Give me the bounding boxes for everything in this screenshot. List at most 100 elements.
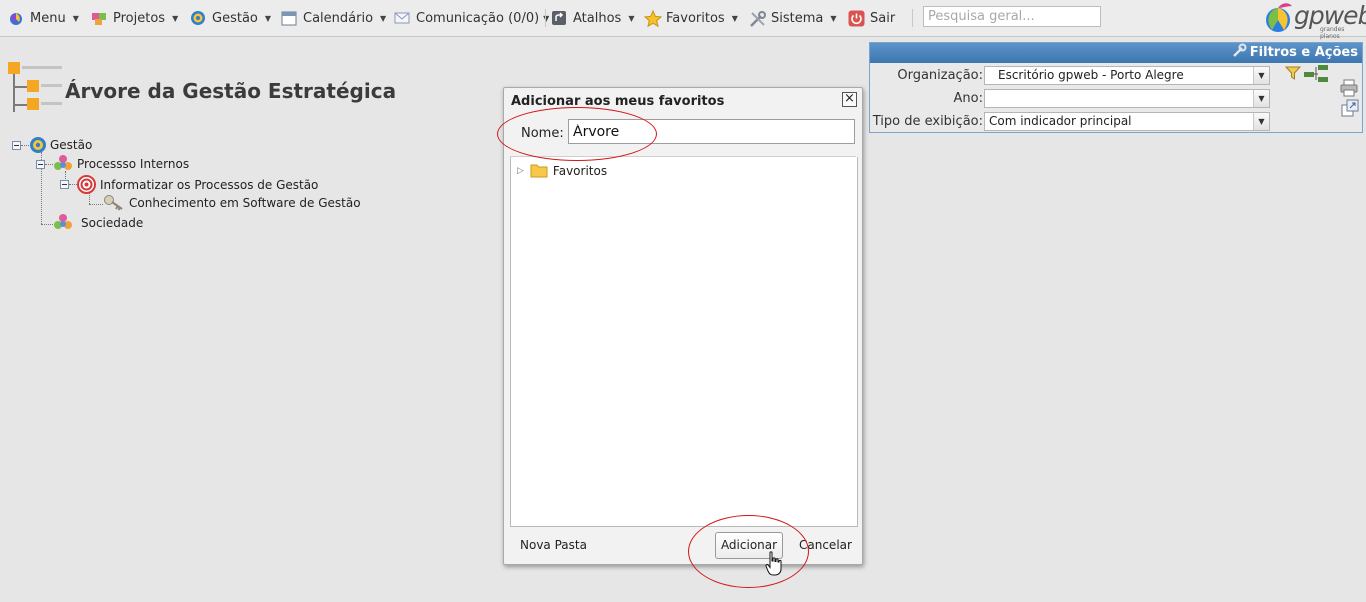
logo-subtext: grandes planos: [1320, 26, 1345, 40]
folder-label: Favoritos: [552, 163, 608, 178]
add-button-label: Adicionar: [720, 538, 778, 552]
shortcut-icon: [551, 10, 567, 26]
chevron-down-icon: ▼: [731, 13, 738, 23]
add-favorite-dialog: Adicionar aos meus favoritos × Nome: ▷ F…: [503, 87, 863, 565]
filter-row-tipo-exibicao: Tipo de exibição: Com indicador principa…: [870, 112, 1270, 131]
close-icon: ×: [844, 91, 855, 106]
filters-panel: Filtros e Ações Organização: Escritório …: [869, 42, 1363, 133]
tree-connector: [45, 163, 53, 165]
favorites-folder-tree: ▷ Favoritos: [510, 157, 858, 527]
gestao-icon: [29, 136, 47, 154]
search-input[interactable]: [923, 6, 1101, 27]
key-icon: [103, 194, 125, 212]
ano-select[interactable]: ▼: [984, 89, 1270, 108]
filter-label: Ano:: [953, 91, 983, 106]
menu-separator: [545, 9, 546, 27]
logo-mark-icon: [1266, 3, 1292, 32]
org-chart-icon[interactable]: [1302, 64, 1330, 84]
name-input[interactable]: [568, 119, 855, 144]
menu-comunicacao[interactable]: Comunicação (0/0) ▼: [394, 8, 549, 28]
collapse-toggle-icon[interactable]: [12, 140, 21, 150]
tree-structure-icon: [6, 60, 66, 118]
filter-label: Organização:: [897, 68, 983, 83]
menu-separator: [912, 9, 913, 27]
organizacao-value: Escritório gpweb - Porto Alegre: [998, 68, 1184, 82]
filter-label: Tipo de exibição:: [872, 114, 983, 129]
collapse-toggle-icon[interactable]: [36, 159, 45, 169]
menu-projetos[interactable]: Projetos ▼: [91, 8, 178, 28]
tree-node-gestao[interactable]: Gestão: [12, 136, 92, 154]
menu-main[interactable]: Menu ▼: [8, 8, 79, 28]
chevron-down-icon: ▼: [380, 13, 387, 23]
calendar-icon: [281, 10, 297, 26]
close-button[interactable]: ×: [842, 92, 857, 107]
chevron-down-icon: ▼: [1253, 113, 1269, 130]
wrench-icon: [1231, 43, 1247, 59]
chevron-down-icon: ▼: [628, 13, 635, 23]
tree-node-processos-internos[interactable]: Processso Internos: [36, 155, 189, 173]
chevron-down-icon: ▼: [1253, 90, 1269, 107]
tree-node-sociedade[interactable]: Sociedade: [53, 214, 143, 232]
envelope-icon: [394, 10, 410, 26]
menu-sair[interactable]: Sair: [848, 8, 895, 28]
dialog-footer: Nova Pasta Adicionar Cancelar: [504, 528, 862, 564]
name-label: Nome:: [521, 126, 564, 141]
print-icon[interactable]: [1340, 79, 1358, 97]
top-menu-bar: Menu ▼ Projetos ▼ Gestão ▼ Calendário ▼ …: [0, 0, 1366, 40]
organizacao-select[interactable]: Escritório gpweb - Porto Alegre ▼: [984, 66, 1270, 85]
dialog-title: Adicionar aos meus favoritos: [511, 94, 725, 109]
puzzle-icon: [91, 10, 107, 26]
folder-favoritos[interactable]: ▷ Favoritos: [517, 163, 607, 178]
expand-window-icon[interactable]: [1341, 99, 1359, 117]
tools-icon: [749, 10, 766, 27]
menu-projetos-label: Projetos: [113, 10, 166, 26]
collapse-toggle-icon[interactable]: [60, 180, 69, 189]
chevron-down-icon: ▼: [72, 13, 79, 23]
menu-gestao-label: Gestão: [212, 10, 258, 26]
perspective-icon: [53, 155, 73, 173]
filter-row-ano: Ano: ▼: [870, 89, 1270, 108]
menu-favoritos[interactable]: Favoritos ▼: [643, 8, 738, 28]
expand-arrow-icon[interactable]: ▷: [517, 166, 524, 176]
target-icon: [77, 175, 96, 194]
menu-favoritos-label: Favoritos: [666, 10, 725, 26]
star-icon: [643, 9, 663, 28]
tree-connector: [89, 204, 103, 205]
filter-funnel-icon[interactable]: [1284, 65, 1302, 81]
tree-node-informatizar-processos[interactable]: Informatizar os Processos de Gestão: [60, 175, 318, 194]
menu-sistema[interactable]: Sistema ▼: [749, 8, 837, 28]
menu-sair-label: Sair: [870, 10, 896, 26]
new-folder-button[interactable]: Nova Pasta: [520, 538, 587, 552]
tree-node-label: Processso Internos: [77, 157, 190, 171]
tree-connector: [41, 224, 53, 225]
tree-node-label: Informatizar os Processos de Gestão: [100, 177, 319, 192]
tree-connector: [69, 184, 77, 185]
menu-atalhos[interactable]: Atalhos ▼: [551, 8, 634, 28]
filters-title: Filtros e Ações: [1249, 45, 1358, 60]
gestao-icon: [190, 10, 206, 26]
tree-node-conhecimento-software[interactable]: Conhecimento em Software de Gestão: [103, 194, 361, 212]
filter-row-organizacao: Organização: Escritório gpweb - Porto Al…: [870, 66, 1270, 85]
menu-main-label: Menu: [30, 10, 66, 26]
cancel-button[interactable]: Cancelar: [799, 538, 852, 552]
filters-header[interactable]: Filtros e Ações: [870, 43, 1362, 63]
tree-node-label: Gestão: [50, 138, 93, 152]
menu-calendario[interactable]: Calendário ▼: [281, 8, 386, 28]
tipo-exibicao-value: Com indicador principal: [989, 114, 1132, 128]
name-row: Nome:: [510, 114, 856, 157]
chevron-down-icon: ▼: [172, 13, 179, 23]
menu-calendario-label: Calendário: [303, 10, 374, 26]
menu-logo-icon: [8, 10, 24, 26]
power-icon: [848, 10, 865, 27]
perspective-icon: [53, 214, 73, 232]
menu-comunicacao-label: Comunicação (0/0): [416, 10, 540, 26]
tipo-exibicao-select[interactable]: Com indicador principal ▼: [984, 112, 1270, 131]
tree-connector: [21, 144, 29, 146]
menu-sistema-label: Sistema: [771, 10, 824, 26]
gpweb-logo: gpweb grandes planos: [1262, 0, 1366, 40]
chevron-down-icon: ▼: [1253, 67, 1269, 84]
page-title: Árvore da Gestão Estratégica: [65, 79, 397, 103]
hand-cursor-icon: [765, 551, 783, 577]
menu-gestao[interactable]: Gestão ▼: [190, 8, 271, 28]
tree-node-label: Sociedade: [81, 216, 144, 230]
